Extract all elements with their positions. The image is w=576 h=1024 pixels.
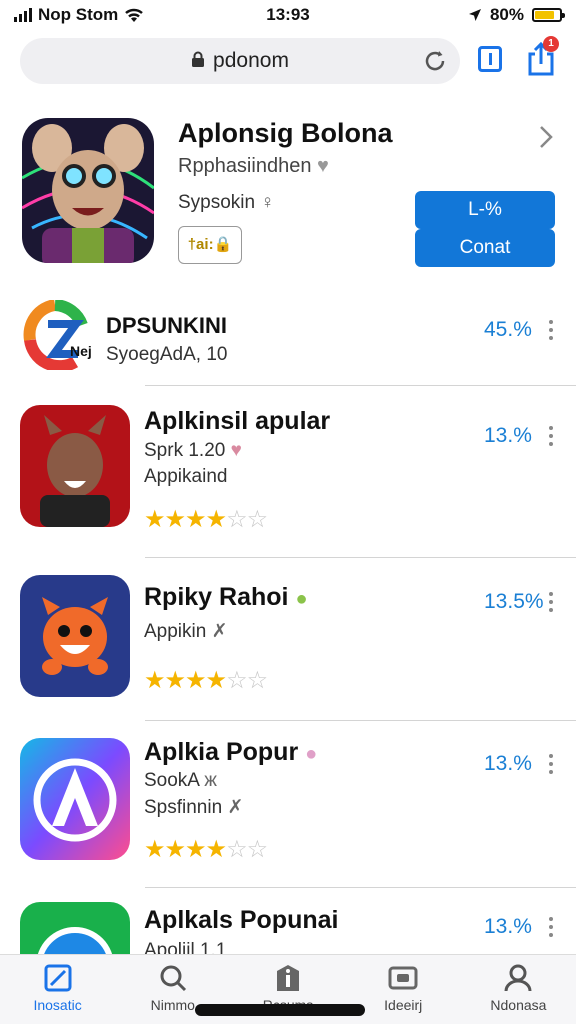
app-percent: 13.5% [484, 590, 544, 613]
tab-account[interactable]: Ndonasa [461, 955, 576, 1024]
tab-today[interactable]: Inosatic [0, 955, 115, 1024]
featured-meta: Sypsokin ♀ [178, 192, 275, 213]
app-percent: 13.% [484, 915, 532, 938]
emoji-icon: ● [305, 743, 318, 765]
lock-icon [191, 51, 205, 71]
more-icon[interactable] [548, 592, 554, 612]
app-subtitle: Appikin ✗ [144, 621, 228, 642]
status-bar: Nop Stom 13:93 80% [0, 0, 576, 30]
carrier-label: Nop Stom [38, 5, 119, 24]
more-icon[interactable] [548, 426, 554, 446]
app-subtitle: SyoegAdA, 10 [106, 344, 228, 365]
address-bar[interactable]: pdonom [20, 38, 460, 84]
person-icon: ✗ [211, 621, 228, 642]
divider [145, 557, 576, 558]
notification-badge: 1 [543, 36, 559, 52]
home-indicator[interactable] [195, 1004, 365, 1016]
secondary-action-button[interactable]: Conat [415, 229, 555, 267]
app-percent: 45.% [484, 318, 532, 341]
app-icon[interactable] [20, 738, 130, 860]
app-title[interactable]: Rpiky Rahoi ● [144, 583, 308, 612]
divider [145, 887, 576, 888]
app-logo-icon: Nej [23, 300, 92, 370]
person-icon: ж [204, 770, 217, 791]
app-title[interactable]: Aplkals Popunai [144, 906, 338, 935]
clock: 13:93 [266, 5, 310, 24]
tabs-button[interactable] [478, 46, 502, 72]
app-percent: 13.% [484, 752, 532, 775]
location-arrow-icon [468, 9, 481, 21]
more-icon[interactable] [548, 320, 554, 340]
featured-tag: †ai:🔒 [178, 226, 242, 264]
chevron-right-icon[interactable] [536, 124, 556, 150]
today-icon [44, 964, 72, 992]
divider [145, 385, 576, 386]
app-icon[interactable] [20, 405, 130, 527]
featured-title[interactable]: Aplonsig Bolona [178, 118, 392, 149]
lock-small-icon: 🔒 [213, 236, 233, 253]
wifi-icon [125, 8, 144, 22]
heart-icon: ♥ [230, 440, 242, 461]
search-icon [160, 965, 186, 992]
rating-stars: ★★★★☆☆ [144, 836, 268, 863]
app-title[interactable]: Aplkia Popur ● [144, 738, 317, 767]
app-title: DPSUNKINI [106, 313, 228, 338]
info-icon [277, 965, 299, 991]
app-subtitle: Sprk 1.20 ♥ [144, 440, 242, 461]
divider [145, 720, 576, 721]
featured-subtitle: Rpphasiindhen ♥ [178, 155, 329, 177]
rating-stars: ★★★★☆☆ [144, 506, 268, 533]
primary-action-button[interactable]: L-% [415, 191, 555, 229]
featured-app-icon[interactable] [22, 118, 154, 263]
app-percent: 13.% [484, 424, 532, 447]
person-icon: ♀ [260, 192, 275, 213]
account-icon [504, 964, 532, 992]
app-icon[interactable] [20, 575, 130, 697]
battery-icon [532, 8, 565, 22]
heart-icon: ♥ [317, 155, 329, 177]
more-icon[interactable] [548, 917, 554, 937]
rating-stars: ★★★★☆☆ [144, 667, 268, 694]
svg-text:Nej: Nej [70, 343, 92, 359]
battery-percent: 80% [489, 5, 524, 24]
app-category: Spsfinnin ✗ [144, 797, 244, 818]
reload-icon[interactable] [422, 48, 448, 74]
more-icon[interactable] [548, 754, 554, 774]
app-category: Appikaind [144, 466, 228, 487]
app-subtitle: SookA ж [144, 770, 217, 791]
close-icon: ✗ [227, 797, 244, 818]
url-text: pdonom [213, 49, 289, 72]
media-icon [388, 966, 418, 990]
app-title[interactable]: Aplkinsil apular [144, 407, 330, 436]
globe-icon: ● [295, 588, 308, 610]
signal-icon [14, 8, 32, 22]
